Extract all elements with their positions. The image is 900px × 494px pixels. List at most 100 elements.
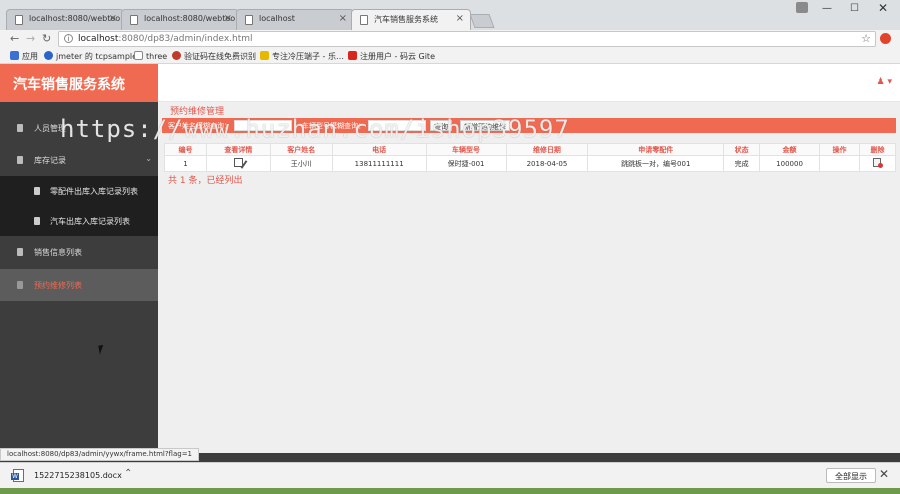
file-icon <box>17 248 23 256</box>
page-icon <box>360 15 368 25</box>
navigation-bar: ← → ↻ i localhost:8080/dp83/admin/index.… <box>0 30 900 48</box>
app-frame: 汽车销售服务系统 ♟ ▾ 人员管理 库存记录 ⌄ 零配件出库入库记录列表 汽车出… <box>0 64 900 453</box>
browser-tab-2[interactable]: localhost:8080/webtoo × <box>121 9 239 30</box>
tab-title: localhost:8080/webtoo <box>144 14 236 23</box>
word-document-icon <box>11 469 24 482</box>
bookmark-gitee[interactable]: 注册用户 - 码云 Gite <box>348 51 435 62</box>
sidebar-item-sales[interactable]: 销售信息列表 <box>0 236 158 268</box>
column-header: 编号 <box>164 143 207 156</box>
tab-title: localhost:8080/webtoo <box>29 14 121 23</box>
bookmark-three[interactable]: three <box>134 51 167 61</box>
bookmark-captcha[interactable]: 验证码在线免费识别 <box>172 51 256 62</box>
customer-name-input[interactable] <box>234 120 292 131</box>
table-header-row: 编号 查看详情 客户姓名 电话 车辆型号 维修日期 申请零配件 状态 金额 操作… <box>164 143 897 156</box>
url-host: localhost <box>78 34 119 44</box>
cell-amount: 100000 <box>759 155 821 172</box>
add-repair-button[interactable]: 新增预约维修 <box>460 120 510 131</box>
page-icon <box>245 15 253 25</box>
customer-filter-label: 客户姓名模糊查询： <box>168 122 231 130</box>
chevron-up-icon[interactable]: ⌃ <box>124 468 132 479</box>
page-icon <box>134 51 143 60</box>
cell-delete <box>858 155 897 172</box>
page-icon <box>15 15 23 25</box>
record-count: 共 1 条，已经列出 <box>168 176 243 186</box>
close-window-icon[interactable]: ✕ <box>878 1 888 15</box>
apps-grid-icon <box>10 51 19 60</box>
filter-bar: 客户姓名模糊查询： 车辆型号模糊查询： 查询 新增预约维修 <box>162 118 896 133</box>
show-all-downloads-button[interactable]: 全部显示 <box>826 468 876 483</box>
sidebar-item-label: 销售信息列表 <box>34 248 82 257</box>
tab-strip: localhost:8080/webtoo × localhost:8080/w… <box>0 0 900 30</box>
delete-icon[interactable] <box>873 158 884 168</box>
column-header: 客户姓名 <box>269 143 333 156</box>
close-icon[interactable]: × <box>339 13 347 24</box>
main-content: 预约维修管理 客户姓名模糊查询： 车辆型号模糊查询： 查询 新增预约维修 编号 … <box>158 102 900 453</box>
cell-parts: 跳跳板一对，编号001 <box>587 155 725 172</box>
sidebar-item-staff[interactable]: 人员管理 <box>0 112 158 144</box>
user-icon[interactable]: ♟ ▾ <box>877 77 892 87</box>
sidebar-item-inventory[interactable]: 库存记录 ⌄ <box>0 144 158 176</box>
table-row: 1 王小川 13811111111 保时捷-001 2018-04-05 跳跳板… <box>164 155 897 172</box>
cell-action <box>819 155 860 172</box>
address-bar[interactable]: i localhost:8080/dp83/admin/index.html ☆ <box>58 31 876 47</box>
browser-tab-3[interactable]: localhost × <box>236 9 354 30</box>
shield-icon <box>44 51 53 60</box>
back-icon[interactable]: ← <box>10 32 19 45</box>
file-icon <box>17 156 23 164</box>
forward-icon[interactable]: → <box>26 32 35 45</box>
repair-table: 编号 查看详情 客户姓名 电话 车辆型号 维修日期 申请零配件 状态 金额 操作… <box>164 143 897 172</box>
close-icon[interactable]: × <box>456 13 464 24</box>
url-path: :8080/dp83/admin/index.html <box>118 34 253 44</box>
new-tab-button[interactable] <box>469 14 495 28</box>
gitee-icon <box>348 51 357 60</box>
sidebar-item-repair[interactable]: 预约维修列表 <box>0 269 158 301</box>
sidebar-item-label: 库存记录 <box>34 156 66 165</box>
browser-tab-4[interactable]: 汽车销售服务系统 × <box>351 9 471 30</box>
file-icon <box>17 281 23 289</box>
cell-phone: 13811111111 <box>331 155 427 172</box>
file-icon <box>17 124 23 132</box>
column-header: 金额 <box>759 143 821 156</box>
cell-date: 2018-04-05 <box>505 155 589 172</box>
site-icon <box>260 51 269 60</box>
close-icon[interactable]: ✕ <box>879 467 889 481</box>
info-icon[interactable]: i <box>64 34 73 43</box>
maximize-icon[interactable]: ☐ <box>850 3 859 14</box>
bookmark-star-icon[interactable]: ☆ <box>861 32 871 45</box>
reload-icon[interactable]: ↻ <box>42 32 51 45</box>
column-header: 电话 <box>331 143 427 156</box>
top-bar: ♟ ▾ <box>158 64 900 102</box>
edit-details-icon[interactable] <box>233 158 243 167</box>
column-header: 状态 <box>723 143 761 156</box>
minimize-icon[interactable]: — <box>822 3 832 14</box>
sidebar-item-label: 汽车出库入库记录列表 <box>50 217 130 226</box>
app-title: 汽车销售服务系统 <box>0 64 158 102</box>
bookmark-apps[interactable]: 应用 <box>10 51 38 62</box>
bookmark-jmeter[interactable]: jmeter 的 tcpsample <box>44 51 137 62</box>
sidebar-item-label: 人员管理 <box>34 124 66 133</box>
close-icon[interactable]: × <box>224 13 232 24</box>
extension-icon[interactable] <box>880 33 891 44</box>
column-header: 申请零配件 <box>587 143 725 156</box>
column-header: 删除 <box>858 143 897 156</box>
browser-tab-1[interactable]: localhost:8080/webtoo × <box>6 9 124 30</box>
car-model-input[interactable] <box>368 120 426 131</box>
sidebar-subitem-car-records[interactable]: 汽车出库入库记录列表 <box>0 206 158 236</box>
site-icon <box>172 51 181 60</box>
tab-title: 汽车销售服务系统 <box>374 15 438 24</box>
download-file-name[interactable]: 1522715238105.docx <box>34 471 122 480</box>
sidebar-subitem-parts-records[interactable]: 零配件出库入库记录列表 <box>0 176 158 206</box>
column-header: 车辆型号 <box>425 143 507 156</box>
sidebar-item-label: 预约维修列表 <box>34 281 82 290</box>
bookmark-terminal[interactable]: 专注冷压端子 - 乐… <box>260 51 344 62</box>
model-filter-label: 车辆型号模糊查询： <box>302 122 365 130</box>
downloads-bar: 1522715238105.docx ⌃ 全部显示 ✕ <box>0 462 900 488</box>
profile-icon[interactable] <box>796 2 808 13</box>
status-url: localhost:8080/dp83/admin/yywx/frame.htm… <box>0 448 200 461</box>
page-title: 预约维修管理 <box>170 107 225 117</box>
bookmarks-bar: 应用 jmeter 的 tcpsample three 验证码在线免费识别 专注… <box>0 48 900 64</box>
close-icon[interactable]: × <box>109 13 117 24</box>
desktop-wallpaper <box>0 488 900 494</box>
sidebar-item-label: 零配件出库入库记录列表 <box>50 187 138 196</box>
search-button[interactable]: 查询 <box>430 120 452 131</box>
